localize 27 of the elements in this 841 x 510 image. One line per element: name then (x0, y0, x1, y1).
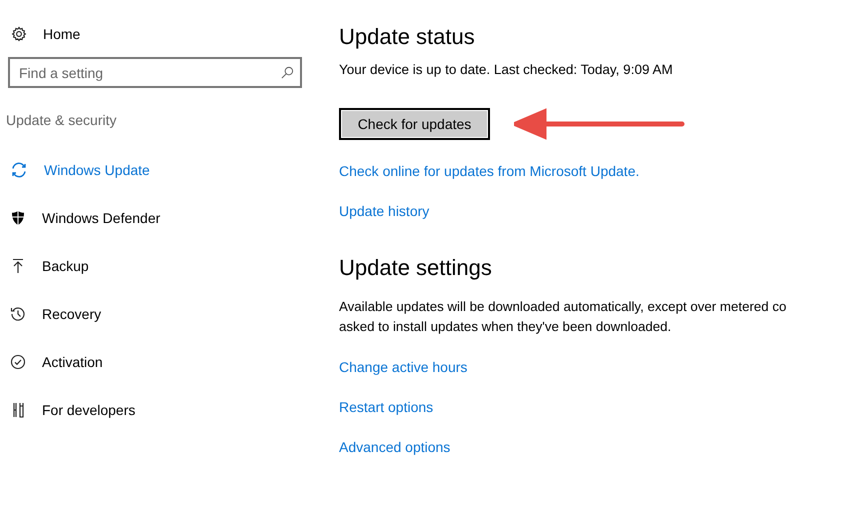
link[interactable]: Advanced options (339, 437, 450, 457)
search-field[interactable]: Find a setting (8, 57, 302, 88)
shield-icon (10, 210, 26, 226)
nav-item[interactable]: Recovery (10, 304, 102, 324)
nav-item[interactable]: For developers (10, 400, 136, 420)
search-icon (281, 66, 294, 79)
link[interactable]: Change active hours (339, 357, 468, 377)
link[interactable]: Update history (339, 201, 430, 221)
nav-item[interactable]: Backup (10, 256, 89, 276)
home-link[interactable]: Home (43, 26, 80, 42)
check-updates-button[interactable]: Check for updates (339, 108, 490, 140)
link[interactable]: Restart options (339, 397, 434, 417)
sync-icon (10, 162, 28, 178)
nav-item[interactable]: Activation (10, 352, 103, 372)
nav-item[interactable]: Windows Defender (10, 208, 160, 228)
settings-icon (11, 26, 27, 42)
check-circle-icon (10, 354, 26, 370)
status-message: Your device is up to date. Last checked: Today, 9:09 AM (339, 62, 674, 77)
section-title: Update settings (339, 255, 493, 281)
nav-item[interactable]: Windows Update (10, 160, 150, 180)
history-icon (10, 306, 26, 322)
link[interactable]: Check online for updates from Microsoft Update. (339, 161, 640, 181)
upload-icon (10, 258, 26, 274)
description-text: Available updates will be downloaded automatically, except over metered co (339, 298, 786, 316)
section-title: Update status (339, 24, 476, 50)
section-heading: Update & security (6, 112, 118, 130)
description-text: asked to install updates when they've been downloaded. (339, 318, 672, 336)
